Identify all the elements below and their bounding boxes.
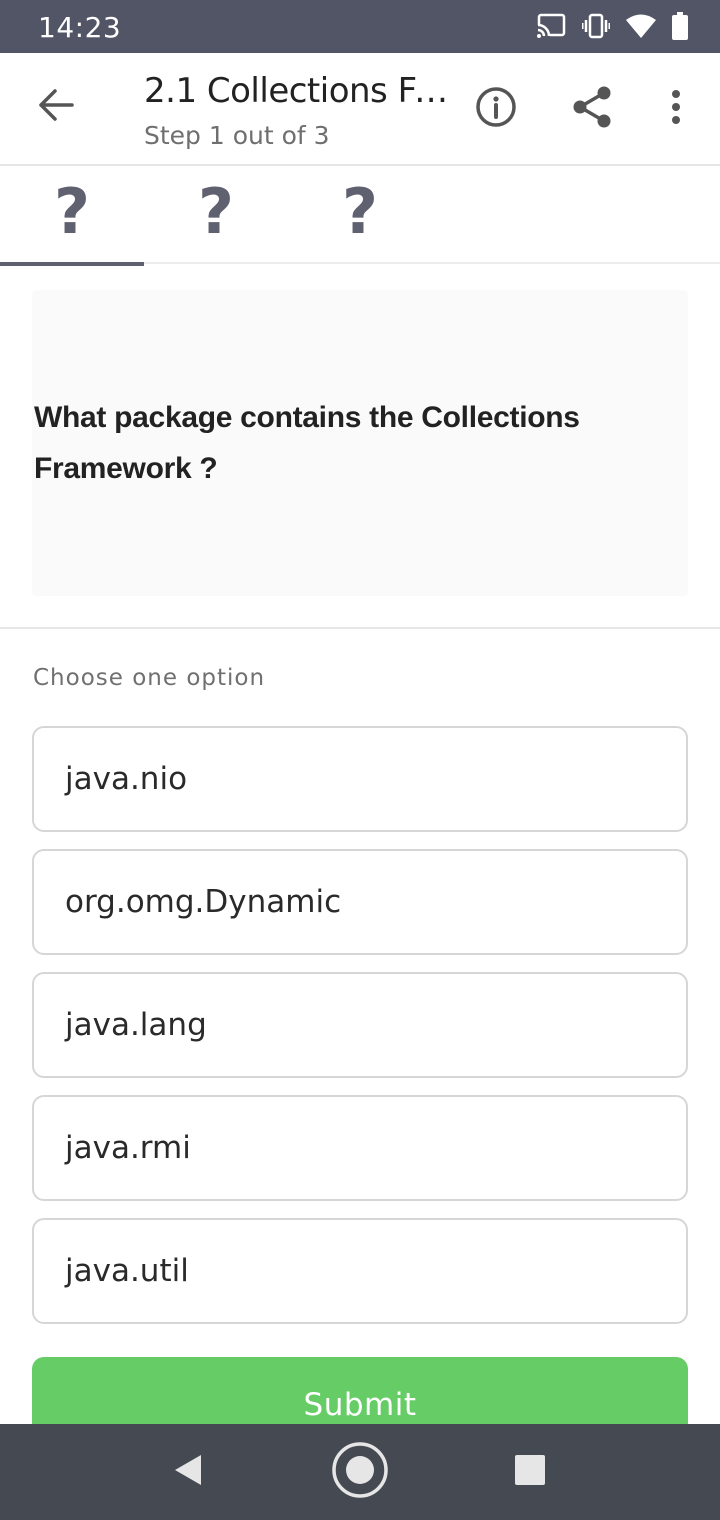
step-tab-2[interactable]: ?	[144, 166, 288, 264]
option-label: java.rmi	[65, 1130, 191, 1166]
option-label: java.lang	[65, 1007, 207, 1043]
nav-recents-button[interactable]	[498, 1442, 562, 1502]
system-nav-bar	[0, 1424, 720, 1520]
step-tab-label: ?	[342, 174, 378, 248]
nav-back-icon	[172, 1453, 204, 1492]
wifi-icon	[626, 14, 656, 38]
cast-icon	[536, 13, 566, 39]
nav-back-button[interactable]	[156, 1442, 220, 1502]
step-counter: Step 1 out of 3	[144, 121, 330, 150]
option-label: java.util	[65, 1253, 189, 1289]
divider	[0, 627, 720, 629]
title-block: 2.1 Collections Fr... Step 1 out of 3	[144, 71, 454, 150]
more-options-button[interactable]	[650, 83, 702, 135]
status-icons	[536, 10, 688, 42]
nav-home-button[interactable]	[328, 1441, 392, 1504]
battery-icon	[672, 12, 688, 40]
option-java-lang[interactable]: java.lang	[32, 972, 688, 1078]
info-button[interactable]	[470, 83, 522, 135]
submit-label: Submit	[303, 1387, 417, 1423]
info-icon	[475, 86, 517, 133]
option-java-util[interactable]: java.util	[32, 1218, 688, 1324]
option-java-nio[interactable]: java.nio	[32, 726, 688, 832]
back-arrow-icon	[38, 88, 74, 126]
step-tabs: ? ? ?	[0, 166, 720, 266]
status-time: 14:23	[38, 11, 122, 44]
back-button[interactable]	[26, 77, 86, 137]
nav-home-icon	[331, 1441, 389, 1504]
share-icon	[571, 85, 613, 134]
question-card: What package contains the Collections Fr…	[32, 290, 688, 596]
vibrate-icon	[582, 13, 610, 39]
step-tab-3[interactable]: ?	[288, 166, 432, 264]
question-text: What package contains the Collections Fr…	[34, 401, 580, 485]
option-org-omg-dynamic[interactable]: org.omg.Dynamic	[32, 849, 688, 955]
app-bar: 2.1 Collections Fr... Step 1 out of 3	[0, 53, 720, 166]
choose-option-label: Choose one option	[33, 665, 266, 691]
option-label: java.nio	[65, 761, 188, 797]
nav-recents-icon	[514, 1454, 546, 1491]
option-java-rmi[interactable]: java.rmi	[32, 1095, 688, 1201]
step-tab-label: ?	[54, 174, 90, 248]
status-bar: 14:23	[0, 0, 720, 53]
step-tab-1[interactable]: ?	[0, 166, 144, 266]
step-tab-label: ?	[198, 174, 234, 248]
option-label: org.omg.Dynamic	[65, 884, 342, 920]
share-button[interactable]	[566, 83, 618, 135]
page-title: 2.1 Collections Fr...	[144, 71, 454, 111]
more-vert-icon	[670, 89, 682, 130]
options-list: java.nio org.omg.Dynamic java.lang java.…	[32, 726, 688, 1341]
